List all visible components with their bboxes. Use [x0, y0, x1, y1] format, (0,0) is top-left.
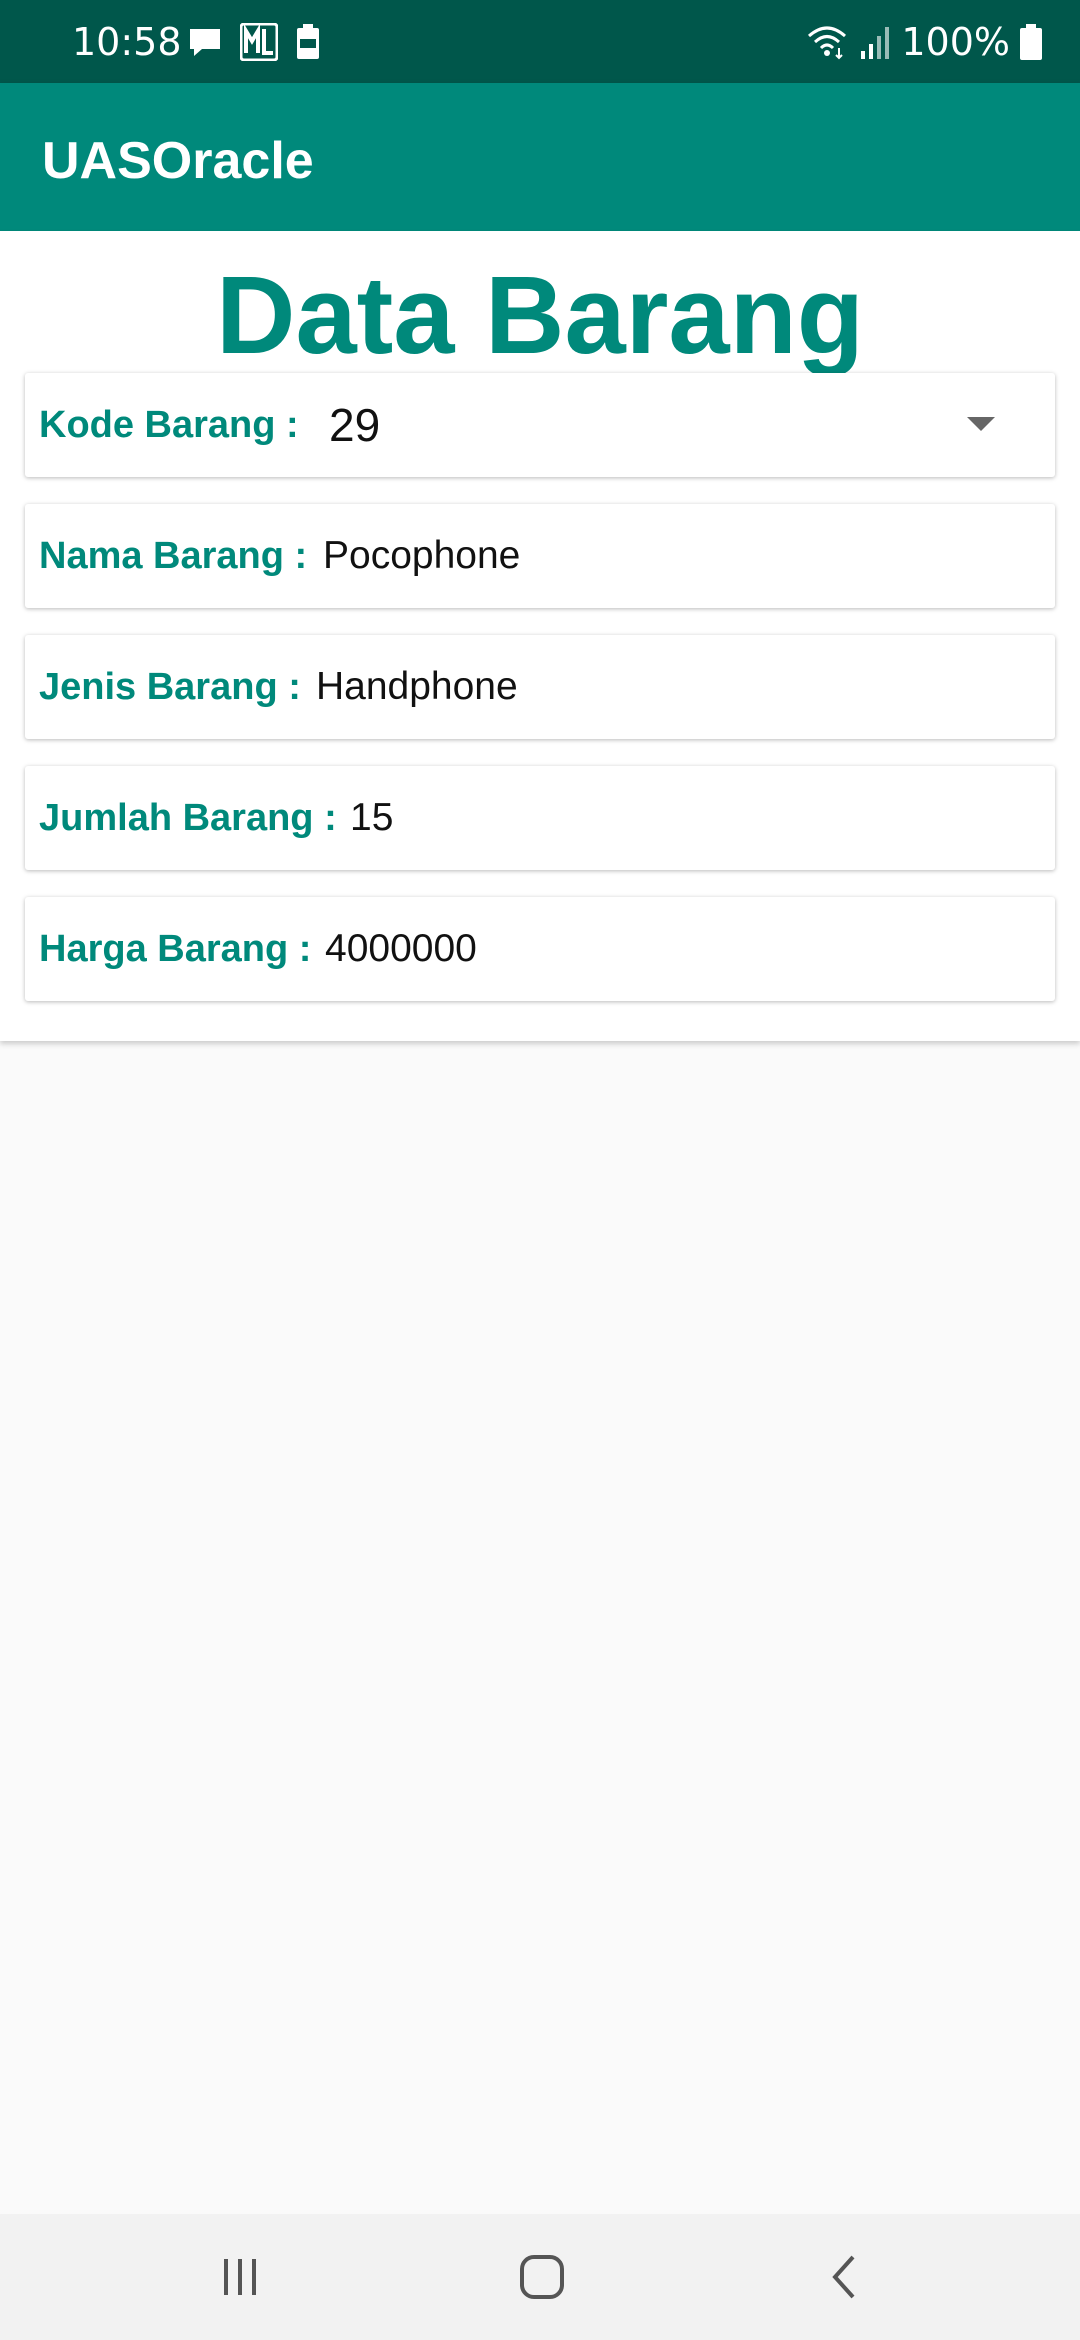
- wifi-icon: [808, 26, 847, 60]
- jumlah-barang-label: Jumlah Barang :: [39, 797, 337, 839]
- battery-icon: [1020, 24, 1042, 60]
- harga-barang-label: Harga Barang :: [39, 928, 312, 970]
- jumlah-barang-value: 15: [350, 796, 394, 839]
- nama-barang-field: Nama Barang : Pocophone: [25, 504, 1055, 608]
- recent-apps-icon: [224, 2259, 256, 2295]
- kode-barang-label: Kode Barang :: [39, 404, 299, 446]
- status-right: 100%: [805, 18, 1042, 66]
- recent-apps-button[interactable]: [210, 2247, 270, 2307]
- harga-barang-field: Harga Barang : 4000000: [25, 897, 1055, 1001]
- ml-app-icon: [240, 23, 278, 61]
- battery-percent: 100%: [901, 20, 1010, 64]
- home-button[interactable]: [512, 2247, 572, 2307]
- status-time: 10:58: [72, 20, 182, 64]
- jenis-barang-value: Handphone: [316, 665, 518, 708]
- battery-saver-100-icon: [297, 24, 319, 59]
- dropdown-arrow-icon[interactable]: [967, 417, 995, 431]
- notification-icons: [188, 22, 320, 62]
- jenis-barang-field: Jenis Barang : Handphone: [25, 635, 1055, 739]
- kode-barang-spinner[interactable]: Kode Barang : 29: [25, 373, 1055, 477]
- page-heading: Data Barang: [216, 254, 864, 377]
- harga-barang-value: 4000000: [325, 927, 477, 970]
- kode-barang-value[interactable]: 29: [329, 373, 380, 477]
- message-icon: [190, 29, 220, 56]
- jumlah-barang-field: Jumlah Barang : 15: [25, 766, 1055, 870]
- status-bar: 10:58 100%: [0, 0, 1080, 83]
- nama-barang-value: Pocophone: [323, 534, 521, 577]
- app-bar: UASOracle: [0, 83, 1080, 231]
- back-button[interactable]: [814, 2247, 874, 2307]
- content-card: Data Barang Kode Barang : 29 Nama Barang…: [0, 231, 1080, 1041]
- app-title: UASOracle: [42, 132, 314, 190]
- navigation-bar: [0, 2214, 1080, 2340]
- signal-icon: [861, 27, 890, 59]
- jenis-barang-label: Jenis Barang :: [39, 666, 301, 708]
- back-icon: [832, 2255, 855, 2299]
- nama-barang-label: Nama Barang :: [39, 535, 308, 577]
- home-icon: [520, 2255, 564, 2299]
